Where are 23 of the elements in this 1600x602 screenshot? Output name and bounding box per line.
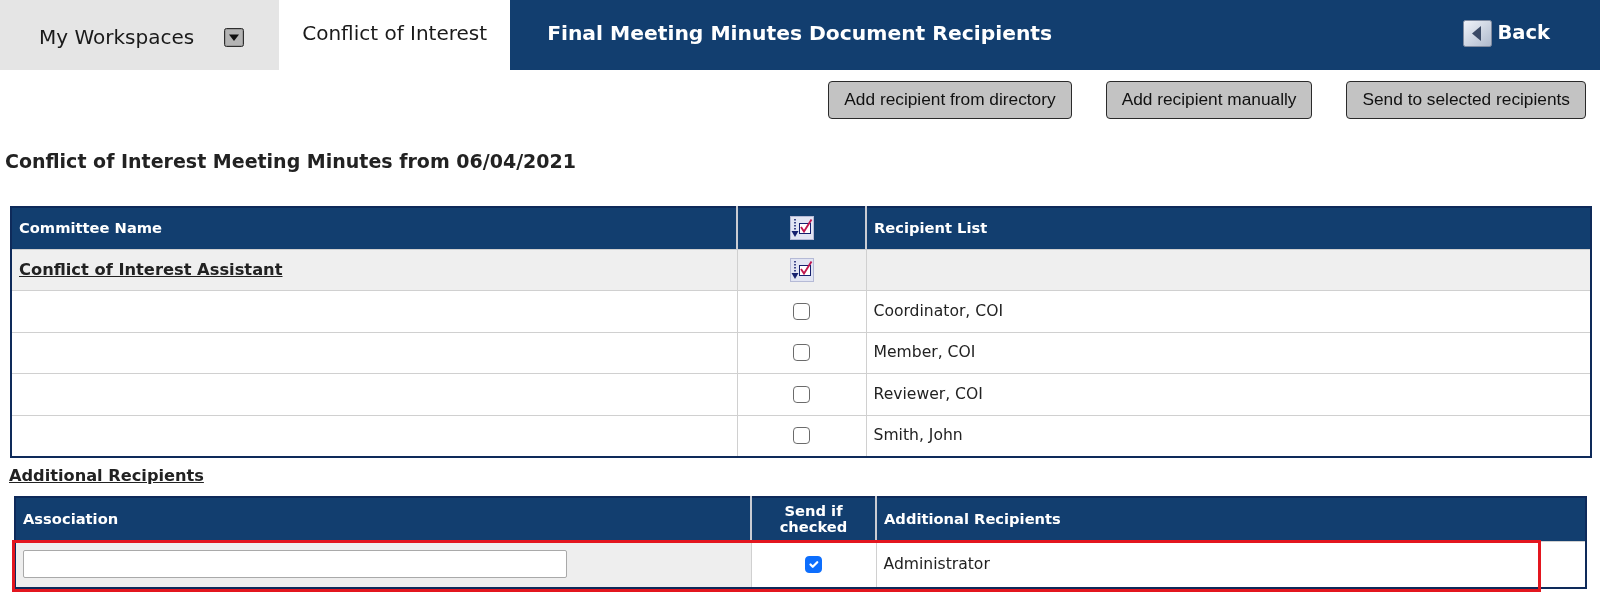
- dropdown-icon[interactable]: [224, 27, 245, 47]
- checkbox[interactable]: [793, 426, 810, 444]
- section-heading: Conflict of Interest Meeting Minutes from 06/04/2021: [5, 150, 577, 172]
- checkbox[interactable]: [793, 344, 810, 362]
- back-link[interactable]: Back: [1463, 18, 1550, 52]
- add-manually-button[interactable]: Add recipient manually: [1105, 81, 1313, 119]
- column-header: Send if checked: [751, 497, 876, 541]
- column-header: Committee Name: [11, 207, 737, 249]
- association-field[interactable]: [23, 550, 567, 579]
- additional-recipients-link[interactable]: Additional Recipients: [9, 465, 204, 486]
- page-title: Final Meeting Minutes Document Recipients: [547, 19, 1053, 47]
- checkbox[interactable]: [793, 385, 810, 403]
- column-header: Recipient List: [866, 207, 1591, 249]
- checkbox[interactable]: [805, 555, 822, 573]
- committee-link[interactable]: Conflict of Interest Assistant: [19, 259, 283, 279]
- select-all-icon[interactable]: [789, 257, 814, 282]
- tab[interactable]: My Workspaces: [0, 0, 280, 70]
- checkbox[interactable]: [793, 302, 810, 320]
- column-header: Association: [15, 497, 751, 541]
- send-button[interactable]: Send to selected recipients: [1346, 81, 1586, 119]
- add-from-directory-button[interactable]: Add recipient from directory: [828, 81, 1072, 119]
- column-header: Additional Recipients: [876, 497, 1586, 541]
- select-all-icon[interactable]: [789, 216, 814, 241]
